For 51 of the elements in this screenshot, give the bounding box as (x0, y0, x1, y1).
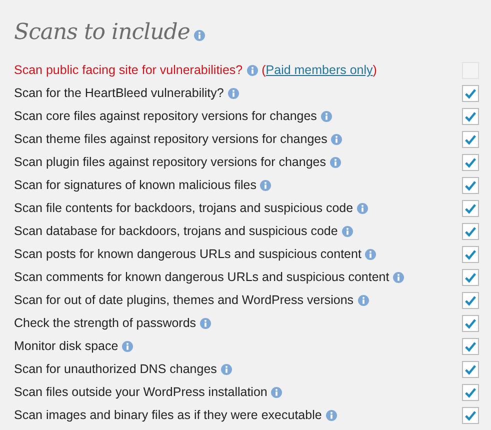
info-icon[interactable] (228, 88, 239, 99)
option-label: Check the strength of passwords (14, 315, 196, 332)
checkbox[interactable] (462, 338, 479, 355)
info-icon[interactable] (246, 65, 258, 76)
checkbox[interactable] (462, 177, 479, 194)
option-label: Scan for signatures of known malicious files (14, 177, 256, 194)
info-icon[interactable] (194, 30, 205, 41)
info-icon[interactable] (365, 249, 376, 260)
info-icon[interactable] (358, 295, 369, 306)
checkbox[interactable] (462, 108, 479, 125)
option-label: Scan comments for known dangerous URLs and suspicious content (14, 269, 390, 286)
option-label: Scan plugin files against repository versions for changes (14, 154, 326, 172)
info-icon[interactable] (330, 157, 341, 168)
checkbox[interactable] (462, 246, 479, 263)
checkbox[interactable] (462, 361, 479, 378)
checkbox[interactable] (462, 200, 479, 217)
option-label: Scan for unauthorized DNS changes (14, 361, 217, 378)
checkbox[interactable] (462, 269, 479, 286)
section-title: Scans to include (14, 20, 190, 46)
info-icon[interactable] (331, 134, 342, 145)
info-icon[interactable] (271, 387, 282, 398)
parenthesis: ( (262, 63, 266, 78)
info-icon[interactable] (326, 410, 337, 421)
checkbox[interactable] (462, 384, 479, 401)
option-label: Scan file contents for backdoors, trojans and suspicious code (14, 200, 354, 218)
info-icon[interactable] (260, 180, 272, 191)
parenthesis: ) (372, 63, 377, 78)
checkbox[interactable] (462, 85, 479, 102)
checkbox[interactable] (462, 315, 479, 332)
option-label: Scan images and binary files as if they were executable (14, 407, 322, 424)
option-label: Scan core files against repository versions for changes (14, 108, 317, 126)
info-icon[interactable] (357, 203, 368, 214)
option-label: Scan theme files against repository versions for changes (14, 131, 328, 148)
option-label: Scan public facing site for vulnerabilities? (14, 62, 243, 80)
info-icon[interactable] (122, 341, 134, 352)
info-icon[interactable] (342, 226, 353, 237)
checkbox[interactable] (462, 223, 479, 240)
checkbox[interactable] (462, 292, 479, 309)
option-label: Scan for the HeartBleed vulnerability? (14, 85, 224, 102)
option-label: Scan for out of date plugins, themes and WordPress versions (14, 292, 354, 310)
info-icon[interactable] (320, 111, 332, 122)
checkbox[interactable] (462, 154, 479, 171)
info-icon[interactable] (220, 364, 232, 375)
info-icon[interactable] (200, 318, 212, 329)
checkbox[interactable] (462, 131, 479, 148)
option-label: Scan files outside your WordPress installation (14, 384, 268, 402)
option-label: Monitor disk space (14, 338, 118, 356)
info-icon[interactable] (393, 272, 404, 283)
option-label: Scan database for backdoors, trojans and suspicious code (14, 223, 338, 240)
option-label: Scan posts for known dangerous URLs and suspicious content (14, 246, 362, 264)
checkbox[interactable] (462, 407, 479, 424)
